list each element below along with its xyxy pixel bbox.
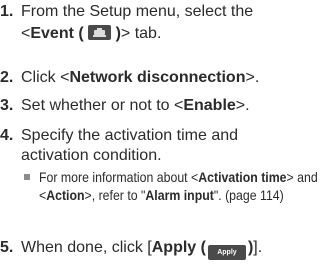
event-tab-label: Event ( [30,25,84,42]
step-number: 4. [0,127,14,144]
step-line: Specify the activation time and [21,127,239,144]
bullet-square-icon [24,174,30,180]
step-number: 3. [0,97,14,114]
network-disconnection-label: Network disconnection [69,69,246,86]
step-text: Specify the activation time and activati… [21,126,238,166]
apply-button-image: Apply [207,245,246,260]
step-number: 1. [0,3,14,20]
note-bullet: For more information about <Activation t… [24,168,329,204]
instruction-document: 1. From the Setup menu, select the <Even… [0,0,332,265]
note-text: For more information about <Activation t… [39,169,318,203]
apply-label: Apply ( [151,239,206,256]
event-camera-icon [88,25,112,40]
enable-label: Enable [183,97,236,114]
step-text: When done, click [Apply (Apply)]. [21,238,262,260]
step-number: 5. [0,239,14,256]
step-line: <Event ( )> tab. [21,25,162,42]
step-text: Set whether or not to <Enable>. [21,97,250,114]
step-number: 2. [0,69,14,86]
step-text: Click <Network disconnection>. [21,69,260,86]
step-line: activation condition. [21,147,162,164]
step-line: From the Setup menu, select the [21,3,254,20]
step-text: From the Setup menu, select the <Event (… [21,2,253,44]
